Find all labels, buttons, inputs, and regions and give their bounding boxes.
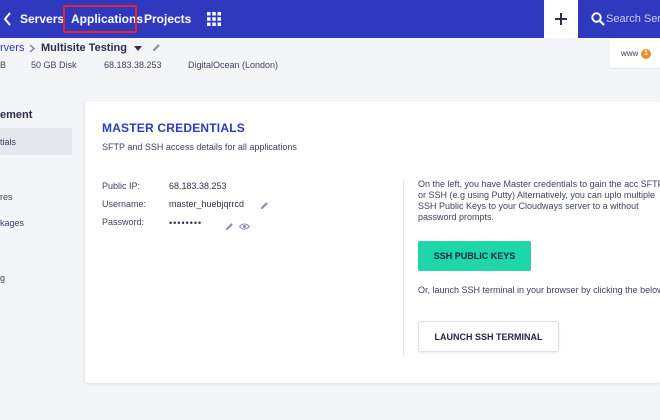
www-widget[interactable]: www 1 <box>610 39 660 69</box>
add-plus-icon[interactable] <box>544 0 578 38</box>
search-input[interactable] <box>606 9 660 29</box>
eye-icon[interactable] <box>239 223 250 230</box>
grid-icon[interactable] <box>207 12 221 26</box>
sidebar-item-credentials[interactable]: tials <box>0 128 72 155</box>
sidebar-item-res[interactable]: res <box>0 191 13 203</box>
applications-highlight-box <box>63 5 137 33</box>
www-badge: 1 <box>641 49 651 59</box>
breadcrumb-servers[interactable]: rvers <box>0 41 24 55</box>
card-subtitle: SFTP and SSH access details for all appl… <box>102 142 297 152</box>
master-credentials-card: MASTER CREDENTIALS SFTP and SSH access d… <box>85 101 660 383</box>
top-navbar: Servers Applications Projects <box>0 0 660 38</box>
search-icon[interactable] <box>591 12 605 26</box>
username-value: master_huebjqrrcd <box>169 199 245 209</box>
password-value: •••••••• <box>169 218 203 228</box>
vertical-divider <box>403 179 404 357</box>
ssh-public-keys-button[interactable]: SSH PUBLIC KEYS <box>418 241 531 271</box>
nav-servers[interactable]: Servers <box>20 11 64 27</box>
sidebar-item-packages[interactable]: kages <box>0 217 24 229</box>
ssh-info-text: On the left, you have Master credentials… <box>418 179 660 222</box>
card-title: MASTER CREDENTIALS <box>102 121 245 135</box>
sidebar-item-label: tials <box>0 137 17 147</box>
username-label: Username: <box>102 199 147 209</box>
server-disk: 50 GB Disk <box>31 60 77 70</box>
breadcrumb-chevron-icon <box>29 44 36 53</box>
chevron-left-icon[interactable] <box>4 12 14 26</box>
terminal-info-text: Or, launch SSH terminal in your browser … <box>418 285 660 295</box>
public-ip-label: Public IP: <box>102 181 141 191</box>
caret-down-icon[interactable] <box>134 46 142 51</box>
www-label: www <box>621 49 639 58</box>
launch-ssh-terminal-button[interactable]: LAUNCH SSH TERMINAL <box>418 321 559 352</box>
sidebar-heading: ement <box>0 109 33 121</box>
sidebar-item-g[interactable]: g <box>0 272 5 284</box>
server-ip: 68.183.38.253 <box>104 60 162 70</box>
server-size: B <box>0 60 7 70</box>
edit-pencil-icon[interactable] <box>152 43 161 52</box>
password-label: Password: <box>102 217 145 227</box>
breadcrumb-current: Multisite Testing <box>41 42 127 54</box>
nav-projects[interactable]: Projects <box>144 11 191 27</box>
edit-username-icon[interactable] <box>260 201 269 210</box>
public-ip-value: 68.183.38.253 <box>169 181 227 191</box>
edit-password-icon[interactable] <box>225 222 234 231</box>
server-provider: DigitalOcean (London) <box>188 60 279 70</box>
